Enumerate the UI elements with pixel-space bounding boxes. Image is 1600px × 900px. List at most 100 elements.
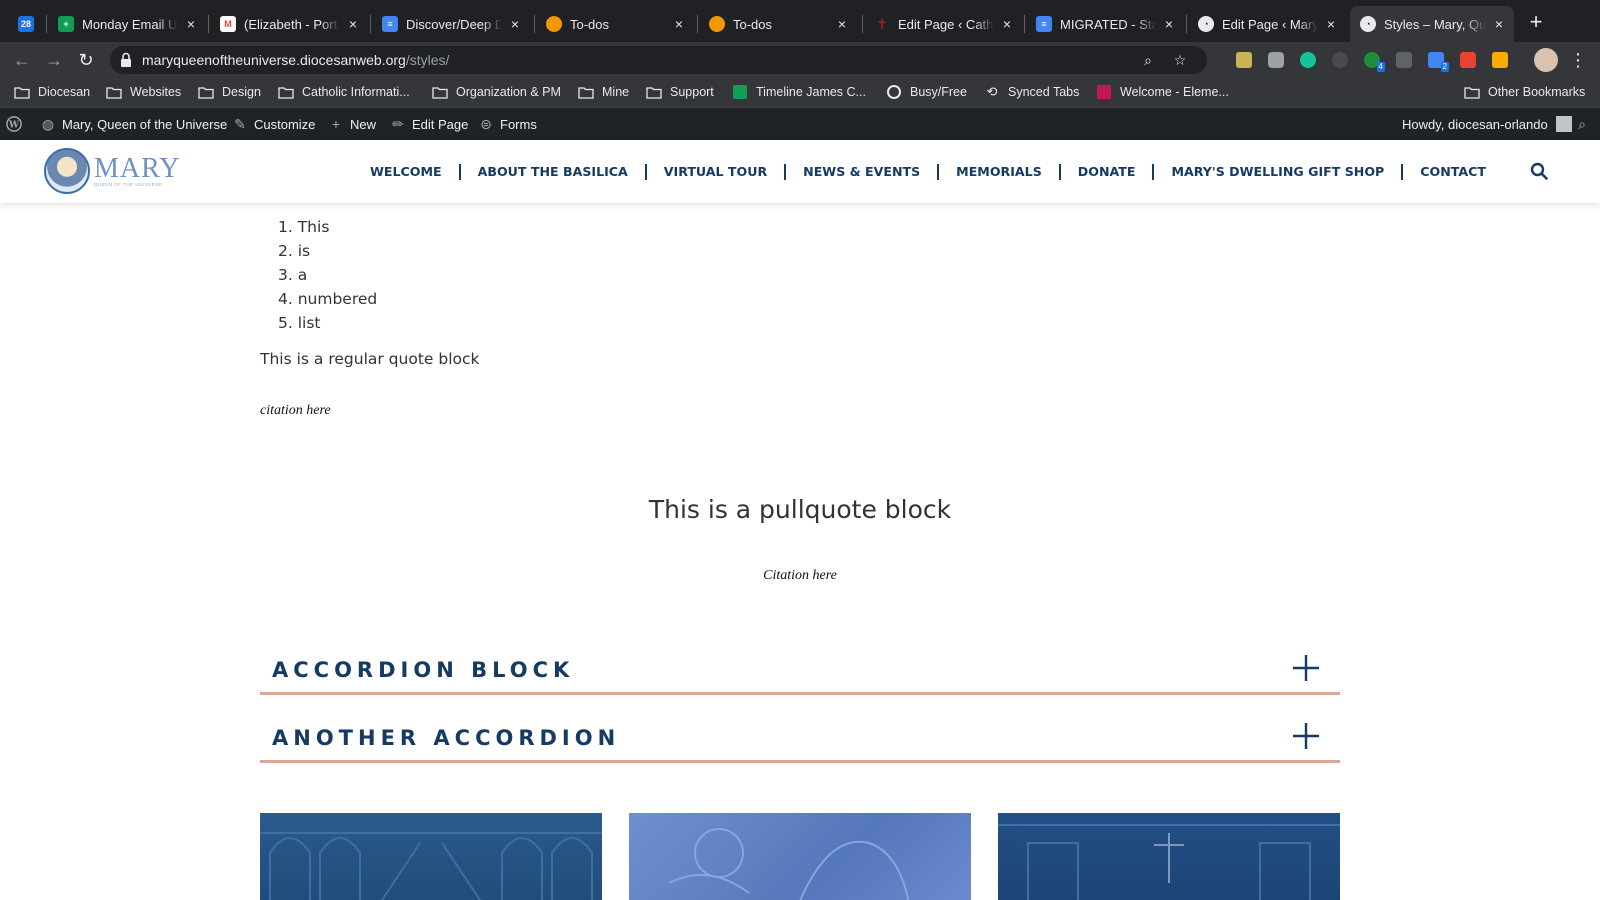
- nav-news-events[interactable]: NEWS & EVENTS: [803, 164, 920, 179]
- bookmark-label: Welcome - Eleme...: [1120, 85, 1229, 99]
- close-tab-icon[interactable]: ×: [1000, 16, 1014, 32]
- extension-red-icon[interactable]: [1460, 52, 1476, 68]
- url-text: maryqueenoftheuniverse.diocesanweb.org/s…: [142, 52, 449, 68]
- browser-tab[interactable]: ≡ MIGRATED - Staf ×: [1026, 6, 1184, 42]
- bookmark-link[interactable]: ⟲ Synced Tabs: [984, 84, 1080, 99]
- list-item-text: a: [297, 266, 308, 284]
- browser-tab[interactable]: ◔ Edit Page ‹ Mary, ×: [1188, 6, 1346, 42]
- bookmark-label: Diocesan: [38, 85, 91, 99]
- bookmark-link[interactable]: Busy/Free: [886, 85, 967, 99]
- edit-page-button[interactable]: ✏ Edit Page: [390, 108, 468, 140]
- new-label: New: [350, 116, 377, 132]
- reload-button[interactable]: ↻: [76, 50, 96, 70]
- extension-disabled-icon[interactable]: [1332, 52, 1348, 68]
- bookmark-folder[interactable]: Organization & PM: [432, 85, 561, 99]
- accordion-item[interactable]: ANOTHER ACCORDION: [260, 695, 1340, 763]
- wp-admin-bar: W ◍ Mary, Queen of the Universe ✎ Custom…: [0, 108, 1600, 140]
- pullquote-block: This is a pullquote block: [648, 495, 952, 524]
- extension-camera-icon[interactable]: [1268, 52, 1284, 68]
- nav-divider: [1401, 163, 1404, 180]
- bookmark-label: Websites: [130, 85, 182, 99]
- svg-text:W: W: [8, 121, 20, 131]
- nav-memorials[interactable]: MEMORIALS: [956, 164, 1042, 179]
- close-tab-icon[interactable]: ×: [1492, 16, 1506, 32]
- tab-title: To-dos: [570, 16, 610, 32]
- grammarly-icon[interactable]: [1300, 52, 1316, 68]
- site-icon: ◔: [1198, 16, 1214, 32]
- close-tab-icon[interactable]: ×: [1324, 16, 1338, 32]
- close-tab-icon[interactable]: ×: [835, 16, 849, 32]
- browser-tab[interactable]: 28: [8, 6, 46, 42]
- bookmark-label: Support: [670, 85, 714, 99]
- bookmark-folder[interactable]: Diocesan: [14, 85, 90, 99]
- new-content-button[interactable]: + New: [328, 108, 376, 140]
- nav-divider: [1152, 163, 1155, 180]
- forward-button[interactable]: →: [44, 50, 64, 70]
- browser-tab[interactable]: ≡ Discover/Deep Di ×: [372, 6, 530, 42]
- wordpress-logo-button[interactable]: W: [6, 108, 28, 140]
- sheets-icon: [732, 85, 748, 99]
- nav-welcome[interactable]: WELCOME: [370, 164, 442, 179]
- image-card-basilica-interior[interactable]: [260, 813, 602, 900]
- admin-search-button[interactable]: ⌕: [1574, 108, 1596, 140]
- image-card-sanctuary[interactable]: [998, 813, 1340, 900]
- browser-tab[interactable]: ✝ Edit Page ‹ Cathe ×: [864, 6, 1022, 42]
- close-tab-icon[interactable]: ×: [184, 16, 198, 32]
- nav-contact[interactable]: CONTACT: [1420, 164, 1486, 179]
- browser-tab[interactable]: To-dos ×: [536, 6, 694, 42]
- browser-menu-icon[interactable]: ⋮: [1568, 50, 1588, 70]
- bookmark-star-icon[interactable]: ☆: [1172, 52, 1188, 68]
- nav-about-the-basilica[interactable]: ABOUT THE BASILICA: [478, 164, 628, 179]
- my-account-button[interactable]: Howdy, diocesan-orlando: [1402, 108, 1572, 140]
- tab-title: Monday Email Up: [82, 16, 178, 32]
- bookmark-link[interactable]: Welcome - Eleme...: [1096, 85, 1229, 99]
- wordpress-icon: W: [6, 116, 22, 132]
- nav-virtual-tour[interactable]: VIRTUAL TOUR: [664, 164, 767, 179]
- bookmark-folder[interactable]: Design: [198, 85, 261, 99]
- browser-tab[interactable]: M (Elizabeth - Port ×: [210, 6, 368, 42]
- back-button[interactable]: ←: [12, 50, 32, 70]
- extension-blue-icon[interactable]: 2: [1428, 52, 1449, 72]
- close-tab-icon[interactable]: ×: [508, 16, 522, 32]
- search-icon[interactable]: [1530, 162, 1548, 180]
- close-tab-icon[interactable]: ×: [346, 16, 360, 32]
- forms-button[interactable]: ⊜ Forms: [478, 108, 537, 140]
- image-card-marian-relief[interactable]: [629, 813, 971, 900]
- profile-avatar[interactable]: [1534, 48, 1558, 72]
- nav-gift-shop[interactable]: MARY'S DWELLING GIFT SHOP: [1171, 164, 1384, 179]
- browser-tab[interactable]: To-dos ×: [699, 6, 857, 42]
- plus-icon[interactable]: [1292, 722, 1320, 750]
- zoom-icon[interactable]: ⌕: [1140, 52, 1156, 68]
- page-content: 1. This 2. is 3. a 4. numbered 5. list T…: [0, 203, 1600, 900]
- nav-donate[interactable]: DONATE: [1078, 164, 1136, 179]
- globe-icon: [886, 85, 902, 99]
- bookmark-label: Timeline James C...: [756, 85, 866, 99]
- bookmark-link[interactable]: Timeline James C...: [732, 85, 866, 99]
- tab-title: MIGRATED - Staf: [1060, 16, 1156, 32]
- browser-tab-active[interactable]: ◔ Styles – Mary, Qu ×: [1350, 6, 1514, 42]
- close-tab-icon[interactable]: ×: [672, 16, 686, 32]
- bookmark-folder[interactable]: Websites: [106, 85, 181, 99]
- browser-tab[interactable]: + Monday Email Up ×: [48, 6, 206, 42]
- extension-image-icon[interactable]: [1236, 52, 1252, 68]
- accordion-item[interactable]: ACCORDION BLOCK: [260, 627, 1340, 695]
- bookmark-folder[interactable]: Mine: [578, 85, 629, 99]
- extension-yellow-icon[interactable]: [1492, 52, 1508, 68]
- bookmark-label: Other Bookmarks: [1488, 85, 1586, 99]
- plus-icon[interactable]: [1292, 654, 1320, 682]
- extension-green-icon[interactable]: 4: [1364, 52, 1385, 72]
- forms-icon: ⊜: [480, 115, 492, 132]
- bookmark-folder[interactable]: Support: [646, 85, 714, 99]
- nav-divider: [937, 163, 940, 180]
- address-bar[interactable]: maryqueenoftheuniverse.diocesanweb.org/s…: [110, 46, 1207, 74]
- close-tab-icon[interactable]: ×: [1162, 16, 1176, 32]
- accordion-title: ACCORDION BLOCK: [272, 658, 575, 682]
- nav-divider: [784, 163, 787, 180]
- admin-site-name[interactable]: ◍ Mary, Queen of the Universe: [40, 108, 227, 140]
- other-bookmarks[interactable]: Other Bookmarks: [1464, 85, 1585, 99]
- customize-button[interactable]: ✎ Customize: [232, 108, 315, 140]
- site-logo[interactable]: MARY QUEEN OF THE UNIVERSE: [44, 148, 180, 194]
- new-tab-button[interactable]: +: [1526, 11, 1546, 33]
- extension-pen-icon[interactable]: [1396, 52, 1412, 68]
- bookmark-folder[interactable]: Catholic Informati...: [278, 85, 410, 99]
